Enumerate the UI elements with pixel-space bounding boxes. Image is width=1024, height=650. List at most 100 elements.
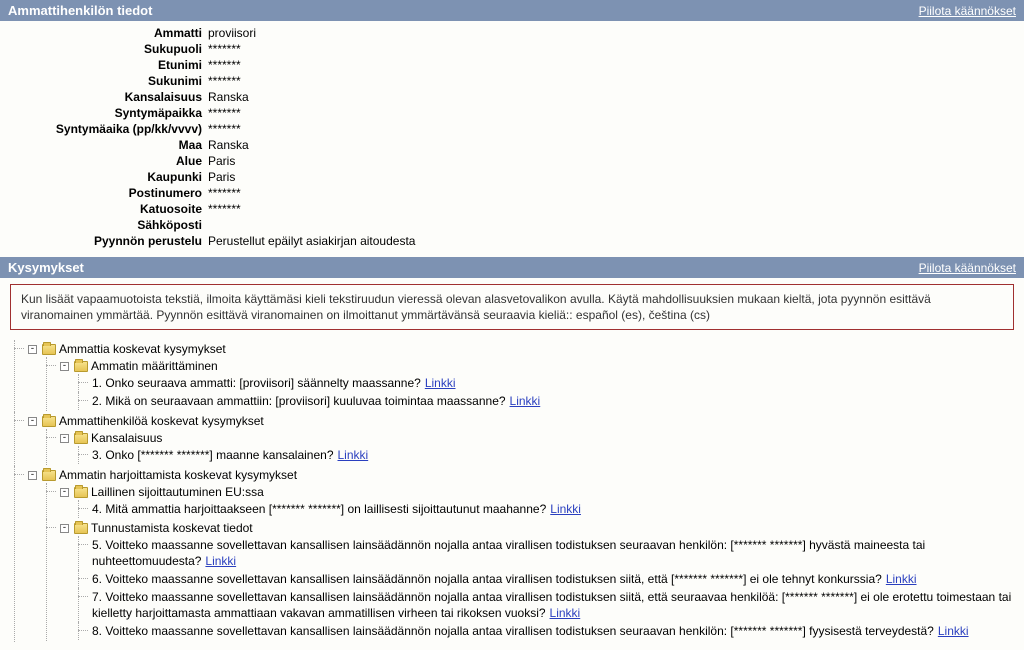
field-value: ******* <box>208 105 1024 121</box>
tree-leaf: 6. Voitteko maassanne sovellettavan kans… <box>78 570 1016 588</box>
questions-panel: Kysymykset Piilota käännökset Kun lisäät… <box>0 257 1024 650</box>
tree-node: - Ammatin harjoittamista koskevat kysymyk… <box>14 466 1016 642</box>
tree-node-label[interactable]: Ammatin harjoittamista koskevat kysymyks… <box>59 467 297 483</box>
question-link[interactable]: Linkki <box>938 624 969 638</box>
tree-toggle-icon[interactable]: - <box>60 362 69 371</box>
question-text: 8. Voitteko maassanne sovellettavan kans… <box>92 624 934 638</box>
field-value: Ranska <box>208 89 1024 105</box>
tree-toggle-icon[interactable]: - <box>28 417 37 426</box>
tree-node: - Ammattihenkilöä koskevat kysymykset - Kan… <box>14 412 1016 466</box>
tree-toggle-icon[interactable]: - <box>60 488 69 497</box>
question-link[interactable]: Linkki <box>550 606 581 620</box>
field-row: Pyynnön perusteluPerustellut epäilyt asi… <box>0 233 1024 249</box>
field-value: Paris <box>208 153 1024 169</box>
tree-toggle-icon[interactable]: - <box>60 434 69 443</box>
field-row: Sähköposti <box>0 217 1024 233</box>
question-text: 2. Mikä on seuraavaan ammattiin: [provii… <box>92 394 506 408</box>
field-value: ******* <box>208 41 1024 57</box>
field-row: Etunimi******* <box>0 57 1024 73</box>
language-notice: Kun lisäät vapaamuotoista tekstiä, ilmoi… <box>10 284 1014 330</box>
field-label: Sukunimi <box>0 73 208 89</box>
field-label: Katuosoite <box>0 201 208 217</box>
field-label: Alue <box>0 153 208 169</box>
folder-icon <box>74 523 88 534</box>
question-link[interactable]: Linkki <box>338 448 369 462</box>
field-label: Syntymäpaikka <box>0 105 208 121</box>
tree-toggle-icon[interactable]: - <box>60 524 69 533</box>
tree-node-label[interactable]: Kansalaisuus <box>91 430 162 446</box>
panel-title: Ammattihenkilön tiedot <box>8 3 152 18</box>
field-row: Katuosoite******* <box>0 201 1024 217</box>
tree-node: - Ammatin määrittäminen 1. Onko seuraava a… <box>46 357 1016 411</box>
fields-container: AmmattiproviisoriSukupuoli*******Etunimi… <box>0 21 1024 257</box>
field-value: ******* <box>208 73 1024 89</box>
field-label: Pyynnön perustelu <box>0 233 208 249</box>
question-link[interactable]: Linkki <box>550 502 581 516</box>
field-value: Ranska <box>208 137 1024 153</box>
tree-node: - Laillinen sijoittautuminen EU:ssa 4. Mit… <box>46 483 1016 519</box>
field-row: KaupunkiParis <box>0 169 1024 185</box>
folder-icon <box>74 361 88 372</box>
field-value: proviisori <box>208 25 1024 41</box>
field-row: Ammattiproviisori <box>0 25 1024 41</box>
field-row: Sukupuoli******* <box>0 41 1024 57</box>
tree-node-label[interactable]: Ammattihenkilöä koskevat kysymykset <box>59 413 264 429</box>
question-text: 4. Mitä ammattia harjoittaakseen [******… <box>92 502 546 516</box>
folder-icon <box>42 344 56 355</box>
tree-node: - Ammattia koskevat kysymykset - Ammatin mä… <box>14 340 1016 412</box>
field-label: Postinumero <box>0 185 208 201</box>
tree-leaf: 3. Onko [******* *******] maanne kansala… <box>78 446 1016 464</box>
tree-node-label[interactable]: Ammattia koskevat kysymykset <box>59 341 226 357</box>
hide-translations-link[interactable]: Piilota käännökset <box>919 4 1016 18</box>
folder-icon <box>42 470 56 481</box>
field-label: Ammatti <box>0 25 208 41</box>
field-value: ******* <box>208 201 1024 217</box>
field-label: Sukupuoli <box>0 41 208 57</box>
panel-header: Ammattihenkilön tiedot Piilota käännökse… <box>0 0 1024 21</box>
question-tree: - Ammattia koskevat kysymykset - Ammatin mä… <box>0 340 1024 650</box>
tree-node-label[interactable]: Ammatin määrittäminen <box>91 358 218 374</box>
field-label: Syntymäaika (pp/kk/vvvv) <box>0 121 208 137</box>
field-label: Etunimi <box>0 57 208 73</box>
folder-icon <box>74 487 88 498</box>
field-value: Paris <box>208 169 1024 185</box>
question-link[interactable]: Linkki <box>510 394 541 408</box>
tree-leaf: 5. Voitteko maassanne sovellettavan kans… <box>78 536 1016 570</box>
field-row: Syntymäaika (pp/kk/vvvv)******* <box>0 121 1024 137</box>
question-text: 1. Onko seuraava ammatti: [proviisori] s… <box>92 376 421 390</box>
tree-leaf: 8. Voitteko maassanne sovellettavan kans… <box>78 622 1016 640</box>
field-label: Kaupunki <box>0 169 208 185</box>
tree-node-label[interactable]: Laillinen sijoittautuminen EU:ssa <box>91 484 264 500</box>
folder-icon <box>42 416 56 427</box>
panel-title: Kysymykset <box>8 260 84 275</box>
hide-translations-link[interactable]: Piilota käännökset <box>919 261 1016 275</box>
professional-details-panel: Ammattihenkilön tiedot Piilota käännökse… <box>0 0 1024 257</box>
field-value: Perustellut epäilyt asiakirjan aitoudest… <box>208 233 1024 249</box>
folder-icon <box>74 433 88 444</box>
tree-toggle-icon[interactable]: - <box>28 471 37 480</box>
question-text: 3. Onko [******* *******] maanne kansala… <box>92 448 334 462</box>
field-row: Sukunimi******* <box>0 73 1024 89</box>
tree-node-label[interactable]: Tunnustamista koskevat tiedot <box>91 520 253 536</box>
field-label: Maa <box>0 137 208 153</box>
tree-leaf: 2. Mikä on seuraavaan ammattiin: [provii… <box>78 392 1016 410</box>
tree-leaf: 4. Mitä ammattia harjoittaakseen [******… <box>78 500 1016 518</box>
tree-leaf: 1. Onko seuraava ammatti: [proviisori] s… <box>78 374 1016 392</box>
field-label: Kansalaisuus <box>0 89 208 105</box>
question-text: 6. Voitteko maassanne sovellettavan kans… <box>92 572 882 586</box>
field-value: ******* <box>208 57 1024 73</box>
field-label: Sähköposti <box>0 217 208 233</box>
tree-node: - Tunnustamista koskevat tiedot5. Voittek… <box>46 519 1016 641</box>
question-link[interactable]: Linkki <box>205 554 236 568</box>
field-value <box>208 217 1024 233</box>
panel-header: Kysymykset Piilota käännökset <box>0 257 1024 278</box>
field-row: KansalaisuusRanska <box>0 89 1024 105</box>
question-link[interactable]: Linkki <box>425 376 456 390</box>
tree-leaf: 7. Voitteko maassanne sovellettavan kans… <box>78 588 1016 622</box>
field-row: Postinumero******* <box>0 185 1024 201</box>
field-value: ******* <box>208 121 1024 137</box>
field-value: ******* <box>208 185 1024 201</box>
tree-toggle-icon[interactable]: - <box>28 345 37 354</box>
question-link[interactable]: Linkki <box>886 572 917 586</box>
field-row: AlueParis <box>0 153 1024 169</box>
